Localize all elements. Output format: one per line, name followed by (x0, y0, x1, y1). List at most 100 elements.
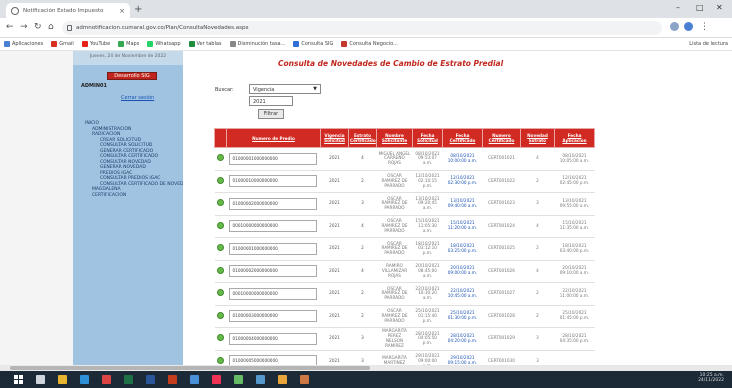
app-icon[interactable] (190, 375, 199, 384)
cell-value: CERT001025 (488, 245, 515, 251)
chrome-icon[interactable] (102, 375, 111, 384)
table-cell: 01000010000000000 (226, 170, 321, 193)
reading-list[interactable]: Lista de lectura (689, 41, 728, 47)
bookmark-item[interactable]: Disminución tasa... (229, 41, 285, 47)
window-close-icon[interactable]: ✕ (716, 3, 723, 12)
search-input[interactable]: 2021 (249, 96, 293, 106)
windows-start-icon[interactable] (14, 375, 23, 384)
system-clock[interactable]: 10:25 a.m. 24/11/2022 (698, 373, 724, 383)
app-icon[interactable] (212, 375, 221, 384)
app-icon[interactable] (256, 375, 265, 384)
app-icon[interactable] (278, 375, 287, 384)
table-header[interactable]: Numero de Predio (226, 128, 321, 148)
browser-tab[interactable]: Notificación Estado Impuesto × (6, 3, 130, 18)
bookmark-item[interactable]: Maps (118, 41, 139, 47)
table-cell: 2 (348, 237, 377, 261)
row-status-cell (214, 215, 227, 238)
address-bar[interactable]: admnotificacion.cumaral.gov.co/Plan/Cons… (62, 21, 662, 35)
table-cell: 2 (520, 170, 555, 193)
predio-field[interactable]: 01000002000000000 (228, 197, 317, 210)
forward-arrow-icon[interactable]: → (20, 22, 28, 32)
extension-icon[interactable] (670, 22, 679, 31)
cell-value: 18/10/2021 03:40:00 p.m. (559, 242, 590, 253)
predio-field[interactable]: 00010000000000000 (228, 287, 317, 300)
filter-button[interactable]: Filtrar (258, 109, 284, 119)
select-row-icon[interactable] (217, 311, 224, 319)
table-cell: 2 (520, 237, 555, 261)
select-row-icon[interactable] (217, 154, 224, 162)
select-row-icon[interactable] (217, 289, 224, 297)
table-cell: 4 (520, 260, 555, 283)
search-icon[interactable] (36, 375, 45, 384)
edge-icon[interactable] (80, 375, 89, 384)
bookmark-item[interactable]: Aplicaciones (4, 41, 43, 47)
sidebar-date: Jueves, 24 de Noviembre de 2022 (73, 51, 183, 65)
cell-value: 3 (361, 335, 364, 341)
menu-kebab-icon[interactable]: ⋮ (700, 22, 709, 32)
table-cell: 28/10/2021 04:35:00 p.m. (554, 327, 595, 351)
minimize-icon[interactable]: – (676, 3, 680, 12)
predio-field[interactable]: 01000004000000000 (228, 332, 317, 345)
logout-link[interactable]: Cerrar sesión (121, 95, 154, 101)
bookmark-item[interactable]: Consulta Negocio... (341, 41, 398, 47)
table-header[interactable]: Estrato Certificado (348, 128, 377, 148)
cell-value: CERT001028 (488, 312, 515, 318)
table-cell: 2021 (320, 305, 349, 328)
cell-value: 2 (361, 245, 364, 251)
select-row-icon[interactable] (217, 356, 224, 364)
bookmark-item[interactable]: YouTube (81, 41, 110, 47)
reload-icon[interactable]: ↻ (34, 22, 42, 32)
back-arrow-icon[interactable]: ← (6, 22, 14, 32)
excel-icon[interactable] (124, 375, 133, 384)
table-header[interactable]: Vigencia Solicitud (320, 128, 349, 148)
table-header[interactable]: Fecha Aplicacion (554, 128, 595, 148)
cell-value: 28/10/2021 04:35:00 p.m. (559, 332, 590, 343)
select-row-icon[interactable] (217, 244, 224, 252)
file-explorer-icon[interactable] (58, 375, 67, 384)
cell-value: MARGARITA MARTINEZ (382, 355, 407, 366)
table-cell: 4 (348, 147, 377, 171)
select-row-icon[interactable] (217, 266, 224, 274)
table-cell: 12/10/2021 02:45:00 p.m. (554, 170, 595, 193)
bookmark-item[interactable]: Whatsapp (147, 41, 181, 47)
app-icon[interactable] (234, 375, 243, 384)
search-field-select[interactable]: Vigencia ▼ (249, 84, 321, 94)
select-row-icon[interactable] (217, 221, 224, 229)
predio-field[interactable]: 01000002000000000 (228, 265, 317, 278)
table-header[interactable]: Novedad Estrato (520, 128, 555, 148)
predio-field[interactable]: 01000010000000000 (228, 175, 317, 188)
close-tab-icon[interactable]: × (119, 7, 125, 15)
bookmark-item[interactable]: Ver tablas (188, 41, 222, 47)
table-header[interactable]: Fecha Solicitud (412, 128, 443, 148)
table-cell: CERT001025 (482, 237, 521, 261)
scrollbar-thumb[interactable] (10, 366, 370, 370)
table-header[interactable]: Numero Certificado (482, 128, 521, 148)
table-header[interactable]: Fecha Certificado (442, 128, 483, 148)
home-icon[interactable]: ⌂ (48, 22, 54, 32)
cell-value: 2021 (329, 200, 340, 206)
cell-value: 2021 (329, 155, 340, 161)
taskbar (0, 371, 732, 388)
cell-value: CERT001026 (488, 267, 515, 273)
predio-field[interactable]: 01000001000000000 (228, 152, 317, 165)
table-header[interactable]: Nombre Solicitante (376, 128, 413, 148)
cell-value: 2021 (329, 267, 340, 273)
predio-field[interactable]: 01000003000000000 (228, 310, 317, 323)
tree-item[interactable]: CERTIFICACION (81, 193, 177, 199)
app-icon[interactable] (300, 375, 309, 384)
predio-field[interactable]: 00010000000000000 (228, 220, 317, 233)
maximize-icon[interactable]: □ (696, 3, 704, 12)
bookmark-item[interactable]: Gmail (51, 41, 74, 47)
bookmark-item[interactable]: Consulta SIG (293, 41, 333, 47)
profile-icon[interactable] (684, 22, 693, 31)
powerpoint-icon[interactable] (168, 375, 177, 384)
word-icon[interactable] (146, 375, 155, 384)
select-row-icon[interactable] (217, 334, 224, 342)
select-row-icon[interactable] (217, 176, 224, 184)
predio-field[interactable]: 01000001000000000 (228, 242, 317, 255)
cell-value: 12/10/2021 02:45:00 p.m. (559, 175, 590, 186)
table-cell: 2 (520, 282, 555, 306)
select-row-icon[interactable] (217, 199, 224, 207)
sidebar-main-button[interactable]: Desarrollo SIG (107, 72, 157, 80)
new-tab-button[interactable]: + (134, 4, 142, 15)
